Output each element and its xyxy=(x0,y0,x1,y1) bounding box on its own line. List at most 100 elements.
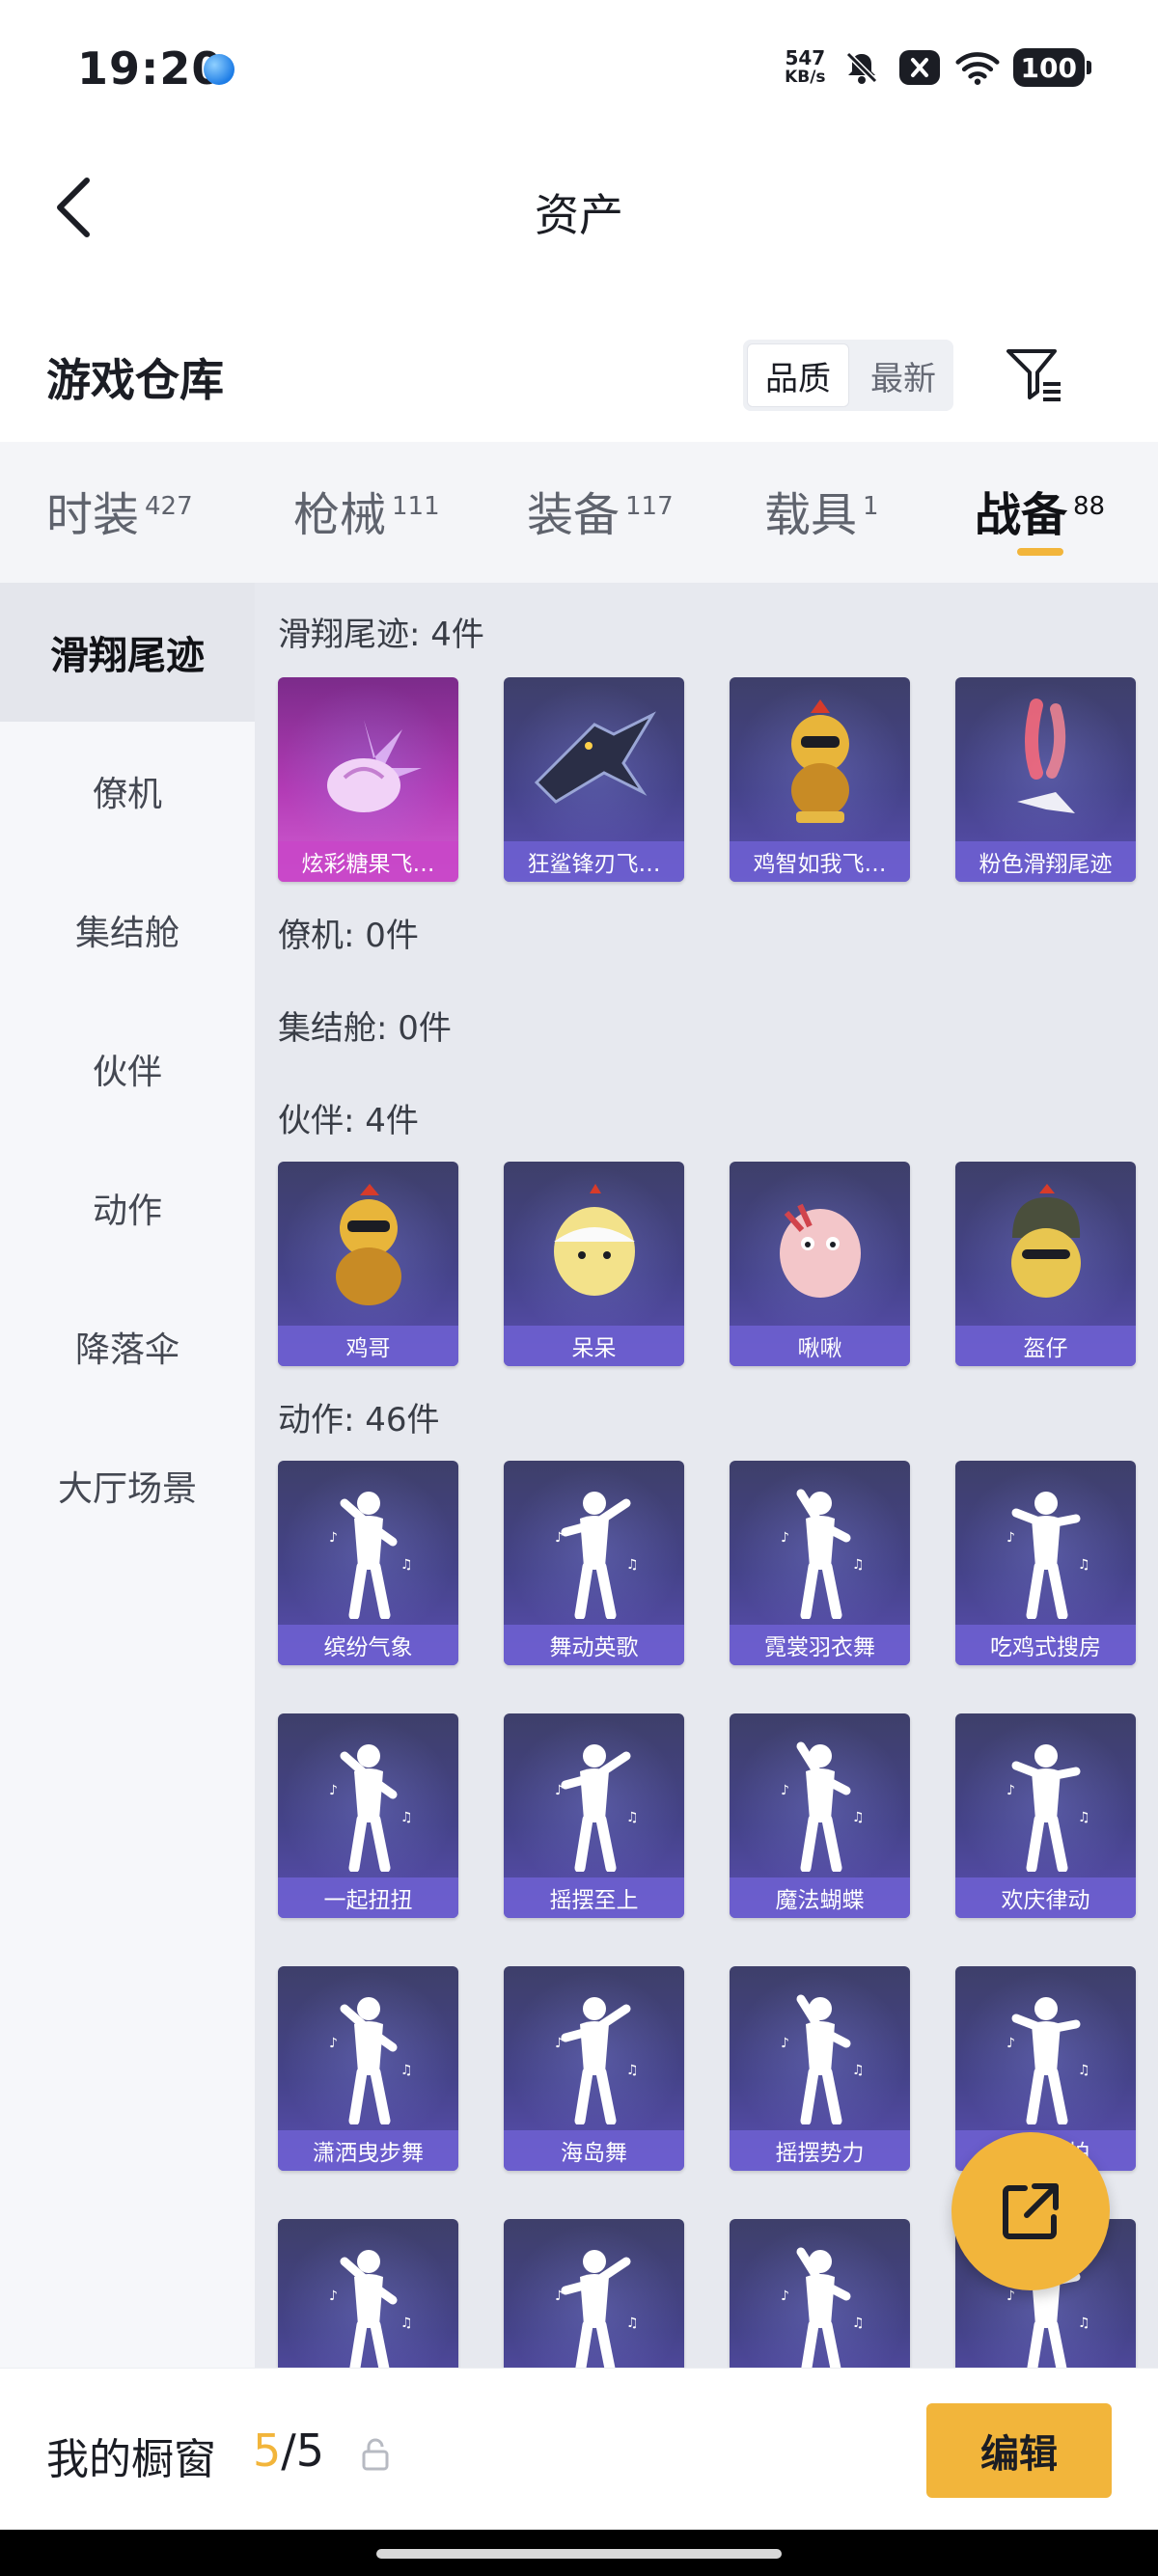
showcase-bar: 我的橱窗 5/5 编辑 xyxy=(0,2368,1158,2530)
svg-text:♪: ♪ xyxy=(1006,2288,1015,2304)
item-card[interactable]: 狂鲨锋刃飞… xyxy=(504,677,684,882)
tab-label: 载具 xyxy=(764,488,858,542)
emote-figure-art: ♪ ♫ xyxy=(278,2229,458,2368)
item-name: 鸡哥 xyxy=(278,1326,458,1366)
svg-text:♫: ♫ xyxy=(626,1557,639,1573)
filter-icon xyxy=(1006,349,1061,401)
emote-figure-art: ♪ ♫ xyxy=(504,1976,684,2128)
item-card[interactable]: ♪ ♫ xyxy=(504,2219,684,2368)
item-card[interactable]: 盔仔 xyxy=(955,1162,1136,1366)
emote-figure-art: ♪ ♫ xyxy=(730,1723,910,1876)
gesture-bar xyxy=(0,2530,1158,2576)
svg-text:♫: ♫ xyxy=(626,2063,639,2078)
item-card[interactable]: ♪ ♫ 一起扭扭 xyxy=(278,1713,458,1918)
item-card[interactable]: ♪ ♫ 摇摆势力 xyxy=(730,1966,910,2171)
item-card[interactable]: ♪ ♫ 欢庆律动 xyxy=(955,1713,1136,1918)
edit-button[interactable]: 编辑 xyxy=(926,2403,1112,2498)
tab-count: 427 xyxy=(145,492,193,521)
svg-text:♪: ♪ xyxy=(555,1530,564,1546)
companion-egg-chick-art xyxy=(504,1171,684,1324)
companion-pink-bird-art xyxy=(730,1171,910,1324)
sidebar-item-lobby-scene[interactable]: 大厅场景 xyxy=(0,1416,255,1555)
pink-trail-art xyxy=(955,687,1136,839)
share-button[interactable] xyxy=(951,2132,1110,2290)
svg-text:♫: ♫ xyxy=(1078,2063,1090,2078)
mute-icon xyxy=(840,45,884,90)
shark-trail-art xyxy=(504,687,684,839)
emote-figure-art: ♪ ♫ xyxy=(504,2229,684,2368)
svg-text:♪: ♪ xyxy=(555,2036,564,2051)
emote-figure-art: ♪ ♫ xyxy=(278,1470,458,1623)
filter-button[interactable] xyxy=(1004,343,1065,405)
chicken-trail-art xyxy=(730,687,910,839)
svg-text:♫: ♫ xyxy=(400,2316,413,2331)
item-name: 盔仔 xyxy=(955,1326,1136,1366)
tab-count: 88 xyxy=(1073,492,1106,521)
item-card[interactable]: 炫彩糖果飞… xyxy=(278,677,458,882)
showcase-current: 5 xyxy=(253,2425,282,2477)
sort-quality-button[interactable]: 品质 xyxy=(747,343,849,407)
svg-text:♫: ♫ xyxy=(852,2063,865,2078)
tab-fashion[interactable]: 时装 427 xyxy=(46,477,193,544)
tab-battle-gear[interactable]: 战备 88 xyxy=(975,477,1105,544)
svg-text:♫: ♫ xyxy=(1078,1557,1090,1573)
item-card[interactable]: ♪ ♫ 海岛舞 xyxy=(504,1966,684,2171)
svg-text:♪: ♪ xyxy=(329,1783,338,1798)
item-card[interactable]: 鸡哥 xyxy=(278,1162,458,1366)
item-card[interactable]: 粉色滑翔尾迹 xyxy=(955,677,1136,882)
item-card[interactable]: 呆呆 xyxy=(504,1162,684,1366)
sidebar-item-companion[interactable]: 伙伴 xyxy=(0,1000,255,1138)
svg-text:♪: ♪ xyxy=(1006,2036,1015,2051)
emote-figure-art: ♪ ♫ xyxy=(955,1470,1136,1623)
tab-equipment[interactable]: 装备 117 xyxy=(527,477,674,544)
svg-text:♫: ♫ xyxy=(852,1557,865,1573)
net-speed-value: 547 xyxy=(785,46,826,69)
status-bar: 19:20 547 KB/s 100 xyxy=(0,0,1158,140)
sidebar-item-emote[interactable]: 动作 xyxy=(0,1138,255,1277)
item-card[interactable]: ♪ ♫ 吃鸡式搜房 xyxy=(955,1461,1136,1665)
nav-header: 资产 xyxy=(0,140,1158,280)
item-card[interactable]: ♪ ♫ 缤纷气象 xyxy=(278,1461,458,1665)
home-indicator[interactable] xyxy=(376,2549,782,2559)
item-card[interactable]: ♪ ♫ xyxy=(730,2219,910,2368)
item-name: 呆呆 xyxy=(504,1326,684,1366)
sidebar-item-assembly-pod[interactable]: 集结舱 xyxy=(0,861,255,1000)
item-card[interactable]: ♪ ♫ 舞动英歌 xyxy=(504,1461,684,1665)
status-time: 19:20 xyxy=(77,42,224,95)
sidebar-item-glide-trail[interactable]: 滑翔尾迹 xyxy=(0,583,255,722)
sort-newest-button[interactable]: 最新 xyxy=(853,340,953,411)
item-name: 吃鸡式搜房 xyxy=(955,1625,1136,1665)
showcase-count: 5/5 xyxy=(253,2425,324,2477)
tab-vehicles[interactable]: 载具 1 xyxy=(764,477,879,544)
page-title: 资产 xyxy=(535,189,623,241)
svg-text:♫: ♫ xyxy=(400,1810,413,1825)
item-card[interactable]: 啾啾 xyxy=(730,1162,910,1366)
sidebar: 滑翔尾迹 僚机 集结舱 伙伴 动作 降落伞 大厅场景 xyxy=(0,583,255,2368)
sidebar-item-wingman[interactable]: 僚机 xyxy=(0,722,255,861)
showcase-total: /5 xyxy=(281,2425,325,2477)
item-card[interactable]: ♪ ♫ 摇摆至上 xyxy=(504,1713,684,1918)
sidebar-item-parachute[interactable]: 降落伞 xyxy=(0,1277,255,1416)
item-card[interactable]: ♪ ♫ 霓裳羽衣舞 xyxy=(730,1461,910,1665)
battery-icon: 100 xyxy=(1012,48,1092,87)
svg-text:♪: ♪ xyxy=(781,2288,789,2304)
item-name: 一起扭扭 xyxy=(278,1877,458,1918)
item-card[interactable]: 鸡智如我飞… xyxy=(730,677,910,882)
net-speed-unit: KB/s xyxy=(785,68,826,87)
item-card[interactable]: ♪ ♫ 潇洒曳步舞 xyxy=(278,1966,458,2171)
item-name: 狂鲨锋刃飞… xyxy=(504,841,684,882)
item-card[interactable]: ♪ ♫ xyxy=(278,2219,458,2368)
item-card[interactable]: ♪ ♫ 魔法蝴蝶 xyxy=(730,1713,910,1918)
tab-guns[interactable]: 枪械 111 xyxy=(293,477,440,544)
share-icon xyxy=(1003,2183,1059,2239)
tab-label: 时装 xyxy=(46,488,140,542)
svg-text:♪: ♪ xyxy=(1006,1783,1015,1798)
emote-figure-art: ♪ ♫ xyxy=(955,1723,1136,1876)
item-name: 欢庆律动 xyxy=(955,1877,1136,1918)
svg-text:♫: ♫ xyxy=(852,2316,865,2331)
svg-text:♪: ♪ xyxy=(329,2288,338,2304)
svg-text:♪: ♪ xyxy=(781,2036,789,2051)
svg-text:♫: ♫ xyxy=(400,2063,413,2078)
item-name: 舞动英歌 xyxy=(504,1625,684,1665)
showcase-label: 我的橱窗 xyxy=(46,2435,216,2484)
